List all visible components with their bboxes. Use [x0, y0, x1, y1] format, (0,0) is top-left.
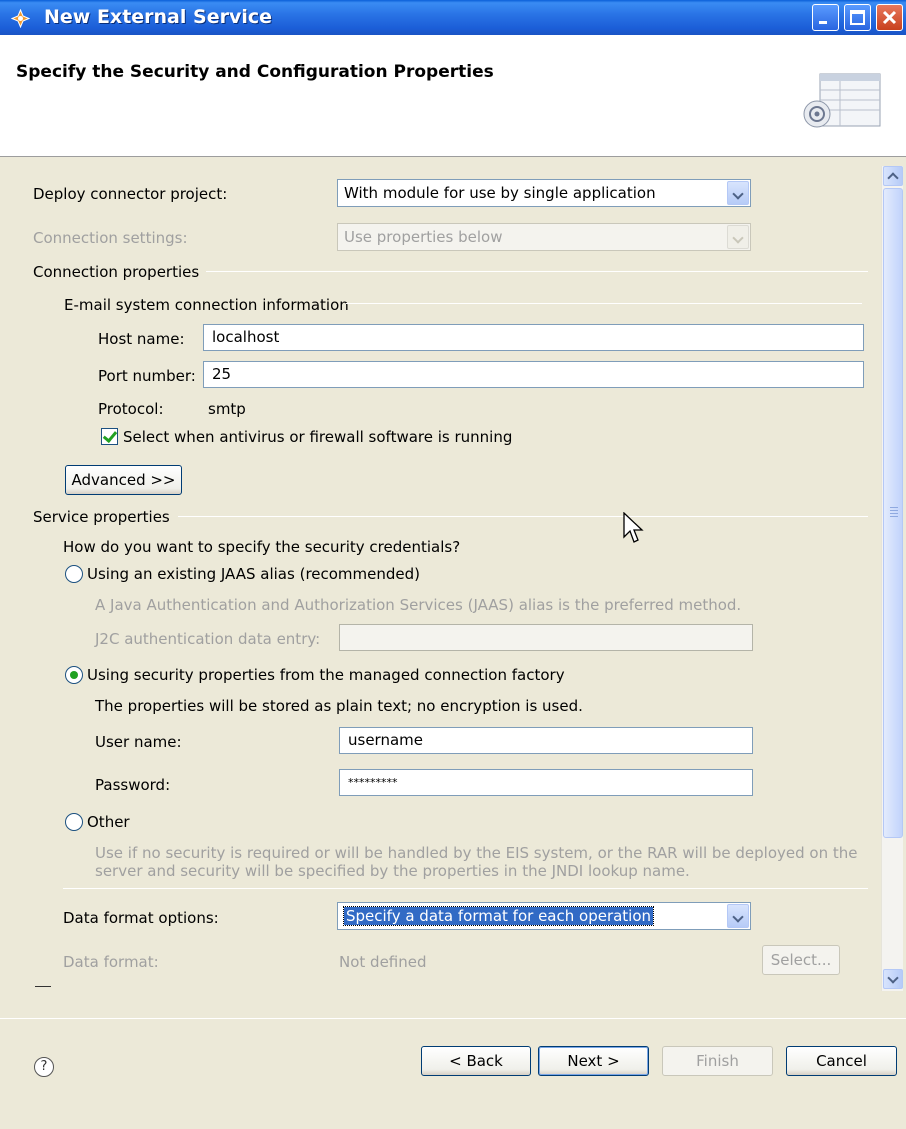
- antivirus-checkbox[interactable]: [101, 428, 118, 445]
- scroll-up-icon[interactable]: [883, 166, 903, 186]
- back-button[interactable]: < Back: [421, 1046, 531, 1076]
- password-input[interactable]: *********: [339, 769, 753, 796]
- data-format-value: Not defined: [339, 953, 427, 971]
- wizard-banner: Specify the Security and Configuration P…: [0, 35, 906, 157]
- page-title: Specify the Security and Configuration P…: [16, 62, 494, 82]
- minimize-button[interactable]: [812, 4, 839, 31]
- other-label[interactable]: Other: [87, 813, 130, 831]
- other-description-line2: server and security will be specified by…: [95, 862, 690, 880]
- title-bar[interactable]: New External Service: [0, 0, 906, 35]
- deploy-connector-value: With module for use by single applicatio…: [344, 184, 656, 202]
- other-radio[interactable]: [65, 813, 83, 831]
- mcf-properties-radio[interactable]: [65, 666, 83, 684]
- vertical-scrollbar[interactable]: [881, 166, 903, 991]
- port-number-input[interactable]: 25: [203, 361, 864, 388]
- minimize-icon: [819, 21, 827, 24]
- chevron-down-icon[interactable]: [727, 181, 749, 205]
- connection-settings-label: Connection settings:: [33, 229, 188, 247]
- service-properties-end-divider: [63, 888, 868, 889]
- jaas-alias-description: A Java Authentication and Authorization …: [95, 596, 742, 614]
- data-format-label: Data format:: [63, 953, 159, 971]
- dialog-window: New External Service Specify the Securit…: [0, 0, 906, 1129]
- select-data-format-button[interactable]: Select...: [762, 945, 840, 975]
- connection-settings-value: Use properties below: [344, 228, 503, 246]
- mouse-pointer-icon: [623, 512, 644, 543]
- host-name-input[interactable]: localhost: [203, 324, 864, 351]
- email-group-title: E-mail system connection information: [64, 296, 349, 314]
- content-area: [0, 158, 906, 1018]
- mcf-properties-description: The properties will be stored as plain t…: [95, 697, 583, 715]
- password-value: *********: [348, 776, 398, 789]
- maximize-icon: [850, 10, 865, 25]
- wizard-banner-icon: [803, 73, 881, 128]
- deploy-connector-combo[interactable]: With module for use by single applicatio…: [337, 179, 751, 207]
- port-number-value: 25: [212, 365, 232, 383]
- mcf-properties-label[interactable]: Using security properties from the manag…: [87, 666, 565, 684]
- data-format-options-value: Specify a data format for each operation: [342, 906, 655, 926]
- truncated-divider: [35, 986, 51, 987]
- scroll-down-icon[interactable]: [883, 969, 903, 989]
- window-title: New External Service: [44, 6, 272, 28]
- help-icon[interactable]: ?: [34, 1057, 54, 1077]
- jaas-alias-radio[interactable]: [65, 565, 83, 583]
- j2c-auth-label: J2C authentication data entry:: [95, 630, 321, 648]
- chevron-down-icon[interactable]: [727, 904, 749, 928]
- finish-button[interactable]: Finish: [662, 1046, 773, 1076]
- host-name-value: localhost: [212, 328, 280, 346]
- scrollbar-thumb[interactable]: [883, 188, 903, 838]
- next-button[interactable]: Next >: [538, 1046, 649, 1076]
- connection-properties-title: Connection properties: [33, 263, 200, 281]
- cancel-button[interactable]: Cancel: [786, 1046, 897, 1076]
- host-name-label: Host name:: [98, 330, 185, 348]
- username-label: User name:: [95, 733, 182, 751]
- data-format-options-combo[interactable]: Specify a data format for each operation: [337, 902, 751, 930]
- deploy-connector-label: Deploy connector project:: [33, 185, 228, 203]
- username-value: username: [348, 731, 423, 749]
- app-icon: [11, 9, 30, 28]
- protocol-value: smtp: [208, 400, 246, 418]
- close-button[interactable]: [876, 4, 903, 31]
- jaas-alias-label[interactable]: Using an existing JAAS alias (recommende…: [87, 565, 420, 583]
- service-properties-divider: [178, 516, 868, 517]
- j2c-auth-input[interactable]: [339, 624, 753, 651]
- advanced-button[interactable]: Advanced >>: [65, 465, 182, 495]
- protocol-label: Protocol:: [98, 400, 164, 418]
- antivirus-label[interactable]: Select when antivirus or firewall softwa…: [123, 428, 512, 446]
- connection-settings-combo[interactable]: Use properties below: [337, 223, 751, 251]
- grip-icon: [890, 507, 898, 517]
- close-icon: [882, 10, 897, 25]
- username-input[interactable]: username: [339, 727, 753, 754]
- credentials-question: How do you want to specify the security …: [63, 538, 461, 556]
- password-label: Password:: [95, 776, 171, 794]
- other-description-line1: Use if no security is required or will b…: [95, 844, 858, 862]
- chevron-down-icon[interactable]: [727, 225, 749, 249]
- data-format-options-label: Data format options:: [63, 909, 219, 927]
- email-group-divider: [346, 303, 862, 304]
- footer-divider: [0, 1018, 906, 1019]
- port-number-label: Port number:: [98, 367, 196, 385]
- connection-properties-divider: [206, 271, 868, 272]
- maximize-button[interactable]: [844, 4, 871, 31]
- service-properties-title: Service properties: [33, 508, 170, 526]
